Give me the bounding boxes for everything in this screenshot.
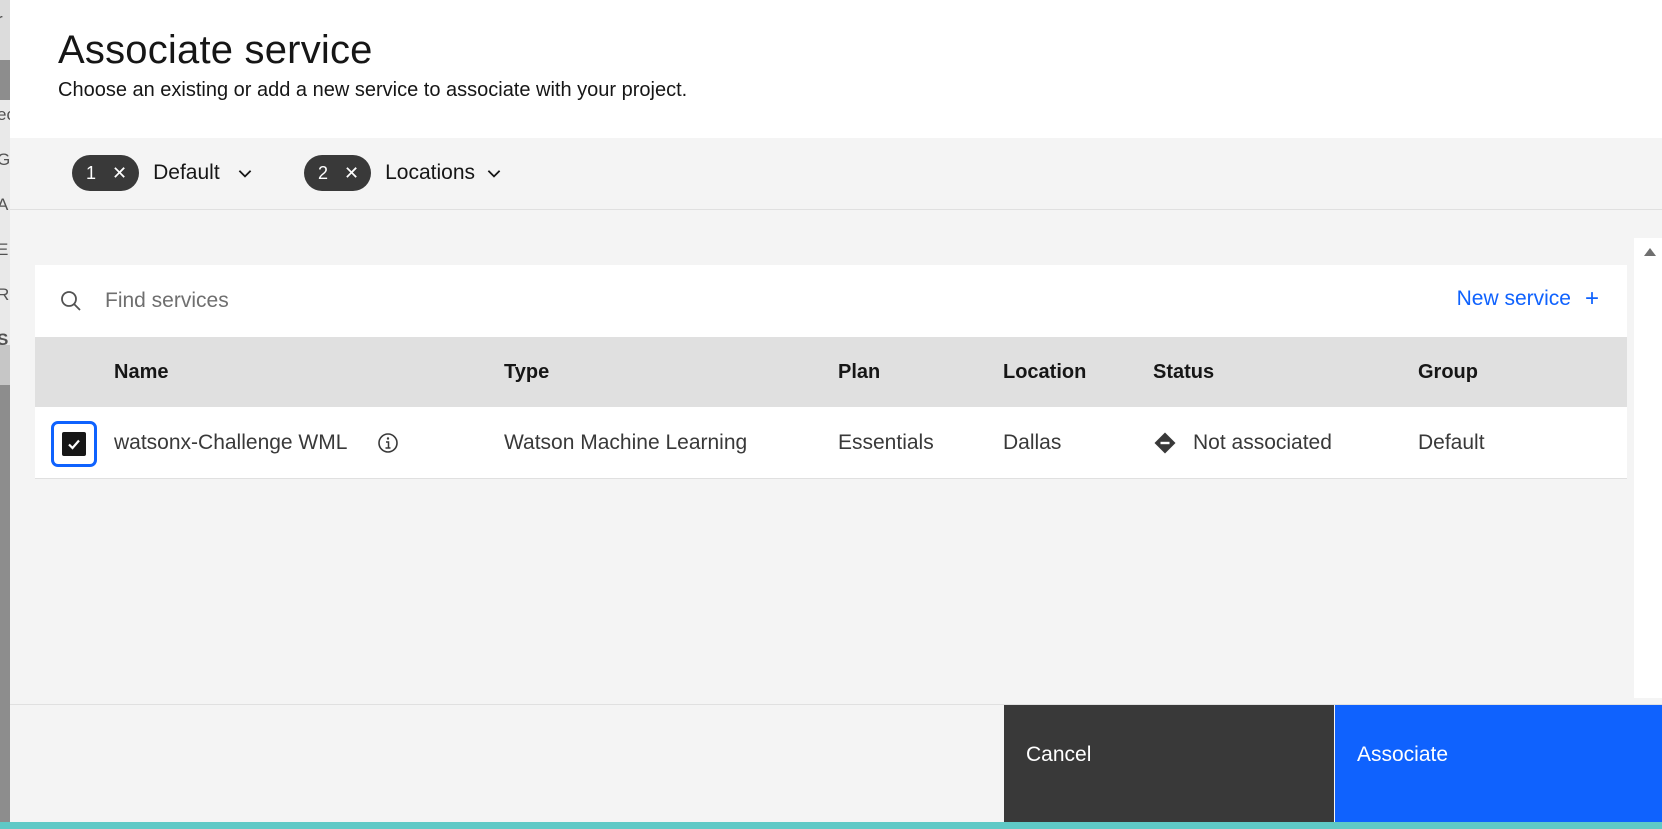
filter-locations: 2 ✕ Locations xyxy=(304,152,503,194)
info-icon[interactable] xyxy=(376,431,400,455)
cell-type: Watson Machine Learning xyxy=(504,431,748,454)
table-header: Name Type Plan Location Status Group xyxy=(35,337,1627,407)
row-checkbox[interactable] xyxy=(51,421,97,467)
checkbox-checked xyxy=(62,432,86,456)
cancel-button[interactable]: Cancel xyxy=(1004,705,1334,823)
background-letter: G xyxy=(0,150,10,169)
modal-footer: Cancel Associate xyxy=(10,704,1662,823)
background-letter: r xyxy=(0,10,3,30)
background-letter: E xyxy=(0,240,9,259)
scroll-up-arrow-icon[interactable] xyxy=(1644,248,1656,256)
filter-count-tag[interactable]: 2 ✕ xyxy=(304,155,372,191)
window-bottom-border xyxy=(0,822,1662,829)
cell-group: Default xyxy=(1418,431,1485,454)
column-header-location[interactable]: Location xyxy=(1003,361,1086,384)
background-letter: A xyxy=(0,195,9,214)
search-icon xyxy=(61,291,81,311)
table-row[interactable]: watsonx-Challenge WML Watson Machine Lea… xyxy=(35,407,1627,479)
filter-dropdown-label[interactable]: Default xyxy=(153,161,220,185)
clear-filter-icon[interactable]: ✕ xyxy=(112,164,127,182)
filter-bar: 1 ✕ Default 2 ✕ Locations xyxy=(10,138,1662,210)
plus-icon: + xyxy=(1584,285,1599,312)
background-letter: R xyxy=(0,285,10,304)
search-input[interactable] xyxy=(105,283,1305,319)
clear-filter-icon[interactable]: ✕ xyxy=(344,164,359,182)
column-header-type[interactable]: Type xyxy=(504,361,549,384)
new-service-button[interactable]: New service + xyxy=(1457,287,1599,311)
background-header xyxy=(0,0,10,60)
cell-location: Dallas xyxy=(1003,431,1062,454)
associate-service-modal: Associate service Choose an existing or … xyxy=(10,0,1662,823)
modal-title: Associate service xyxy=(58,28,373,72)
cell-name: watsonx-Challenge WML xyxy=(114,431,348,454)
modal-subtitle: Choose an existing or add a new service … xyxy=(58,79,688,101)
column-header-name[interactable]: Name xyxy=(114,361,168,384)
scrollbar[interactable] xyxy=(1634,238,1662,698)
associate-button[interactable]: Associate xyxy=(1335,705,1662,823)
filter-dropdown-label[interactable]: Locations xyxy=(385,161,475,185)
cell-plan: Essentials xyxy=(838,431,934,454)
chevron-down-icon[interactable] xyxy=(485,164,503,182)
table-toolbar: New service + xyxy=(35,265,1627,337)
chevron-down-icon[interactable] xyxy=(236,164,254,182)
column-header-group[interactable]: Group xyxy=(1418,361,1478,384)
column-header-plan[interactable]: Plan xyxy=(838,361,880,384)
filter-default: 1 ✕ Default xyxy=(72,152,254,194)
background-selected-item xyxy=(0,345,10,385)
filter-count: 2 xyxy=(318,162,329,183)
cell-status: Not associated xyxy=(1193,431,1332,454)
background-letter: S xyxy=(0,330,9,349)
filter-count-tag[interactable]: 1 ✕ xyxy=(72,155,140,191)
new-service-label: New service xyxy=(1456,287,1571,310)
filter-count: 1 xyxy=(86,162,97,183)
background-letter: ec xyxy=(0,105,10,124)
column-header-status[interactable]: Status xyxy=(1153,361,1214,384)
modal-header: Associate service Choose an existing or … xyxy=(10,0,1662,138)
not-associated-status-icon xyxy=(1154,432,1176,454)
services-table-panel: New service + Name Type Plan Location St… xyxy=(35,265,1627,479)
background-page: r ec G A E R S xyxy=(0,0,10,829)
checkmark-icon xyxy=(68,439,80,450)
